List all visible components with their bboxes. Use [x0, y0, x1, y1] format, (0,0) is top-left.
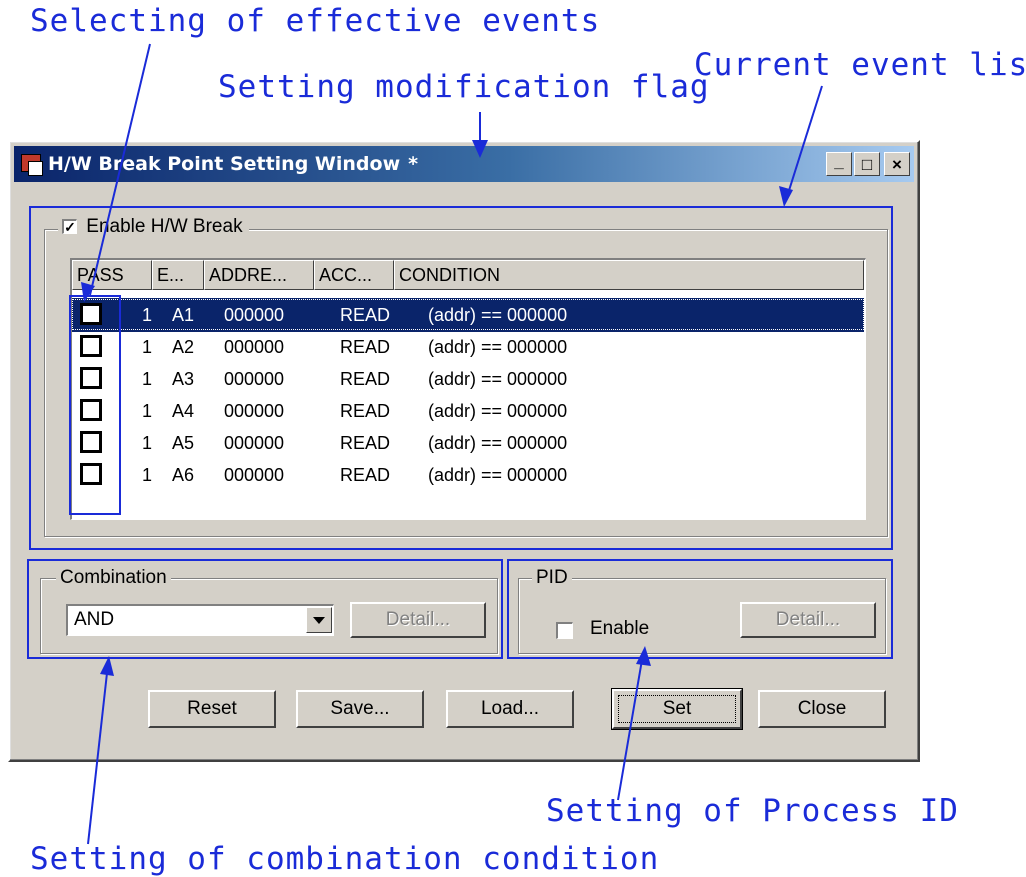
table-row[interactable]: 1 A1 000000 READ (addr) == 000000 — [72, 298, 864, 332]
cell-access: READ — [340, 337, 391, 357]
cell-event: A3 — [172, 369, 195, 389]
cell-pass: 1 — [142, 401, 153, 421]
cell-address: 000000 — [224, 369, 285, 389]
reset-button[interactable]: Reset — [148, 690, 276, 728]
annotation-event-list: Current event list — [694, 47, 1026, 83]
cell-event: A4 — [172, 401, 195, 421]
cell-address: 000000 — [224, 401, 285, 421]
table-row[interactable]: 1 A6 000000 READ (addr) == 000000 — [72, 458, 864, 492]
pid-detail-button[interactable]: Detail... — [740, 602, 876, 638]
row-enable-checkbox[interactable] — [80, 463, 102, 485]
maximize-button[interactable]: □ — [854, 152, 880, 176]
minimize-icon: _ — [834, 151, 844, 171]
cell-event: A1 — [172, 305, 195, 325]
row-enable-checkbox[interactable] — [80, 303, 102, 325]
table-row[interactable]: 1 A4 000000 READ (addr) == 000000 — [72, 394, 864, 428]
cell-condition: (addr) == 000000 — [428, 465, 568, 485]
cell-access: READ — [340, 465, 391, 485]
pid-label: PID — [532, 567, 572, 589]
window-title: H/W Break Point Setting Window — [48, 153, 401, 175]
cell-condition: (addr) == 000000 — [428, 337, 568, 357]
enable-hw-break-label: Enable H/W Break — [86, 216, 243, 237]
cell-pass: 1 — [142, 337, 153, 357]
column-access[interactable]: ACC... — [314, 260, 394, 290]
combination-select[interactable]: AND — [66, 604, 334, 636]
event-list[interactable]: PASS E... ADDRE... ACC... CONDITION 1 A1 0… — [70, 258, 866, 520]
cell-event: A5 — [172, 433, 195, 453]
pid-enable-label: Enable — [590, 618, 650, 639]
combination-dropdown-button[interactable] — [306, 607, 332, 633]
cell-pass: 1 — [142, 305, 153, 325]
cell-pass: 1 — [142, 369, 153, 389]
close-button[interactable]: Close — [758, 690, 886, 728]
combination-label: Combination — [56, 567, 171, 589]
row-enable-checkbox[interactable] — [80, 367, 102, 389]
row-enable-checkbox[interactable] — [80, 399, 102, 421]
cell-condition: (addr) == 000000 — [428, 369, 568, 389]
annotation-modification-flag: Setting modification flag — [218, 69, 710, 105]
annotation-effective-events: Selecting of effective events — [30, 3, 601, 39]
row-enable-checkbox[interactable] — [80, 431, 102, 453]
title-bar[interactable]: H/W Break Point Setting Window * _ □ × — [14, 146, 914, 182]
cell-access: READ — [340, 305, 391, 325]
cell-address: 000000 — [224, 305, 285, 325]
cell-event: A6 — [172, 465, 195, 485]
column-address[interactable]: ADDRE... — [204, 260, 314, 290]
app-icon[interactable] — [20, 152, 44, 176]
table-row[interactable]: 1 A5 000000 READ (addr) == 000000 — [72, 426, 864, 460]
close-window-button[interactable]: × — [884, 152, 910, 176]
modified-flag: * — [408, 153, 419, 175]
table-row[interactable]: 1 A3 000000 READ (addr) == 000000 — [72, 362, 864, 396]
load-button[interactable]: Load... — [446, 690, 574, 728]
combination-detail-button[interactable]: Detail... — [350, 602, 486, 638]
cell-condition: (addr) == 000000 — [428, 433, 568, 453]
cell-access: READ — [340, 401, 391, 421]
set-button[interactable]: Set — [611, 688, 743, 730]
cell-pass: 1 — [142, 465, 153, 485]
cell-condition: (addr) == 000000 — [428, 305, 568, 325]
cell-address: 000000 — [224, 337, 285, 357]
cell-address: 000000 — [224, 433, 285, 453]
set-focus-ring — [618, 695, 736, 723]
row-enable-checkbox[interactable] — [80, 335, 102, 357]
cell-pass: 1 — [142, 433, 153, 453]
maximize-icon: □ — [861, 154, 873, 174]
chevron-down-icon — [313, 616, 325, 624]
close-icon: × — [892, 154, 902, 174]
pid-enable-checkbox[interactable] — [556, 622, 573, 639]
save-button[interactable]: Save... — [296, 690, 424, 728]
column-pass[interactable]: PASS — [72, 260, 152, 290]
minimize-button[interactable]: _ — [826, 152, 852, 176]
column-condition[interactable]: CONDITION — [394, 260, 864, 290]
combination-value: AND — [74, 609, 115, 630]
annotation-process-id: Setting of Process ID — [546, 793, 959, 829]
cell-access: READ — [340, 369, 391, 389]
enable-hw-break-legend: ✓ Enable H/W Break — [58, 216, 249, 238]
list-header: PASS E... ADDRE... ACC... CONDITION — [72, 260, 864, 290]
cell-address: 000000 — [224, 465, 285, 485]
table-row[interactable]: 1 A2 000000 READ (addr) == 000000 — [72, 330, 864, 364]
cell-event: A2 — [172, 337, 195, 357]
cell-access: READ — [340, 433, 391, 453]
column-event[interactable]: E... — [152, 260, 204, 290]
annotation-combination: Setting of combination condition — [30, 841, 660, 877]
cell-condition: (addr) == 000000 — [428, 401, 568, 421]
enable-hw-break-checkbox[interactable]: ✓ — [62, 219, 77, 235]
